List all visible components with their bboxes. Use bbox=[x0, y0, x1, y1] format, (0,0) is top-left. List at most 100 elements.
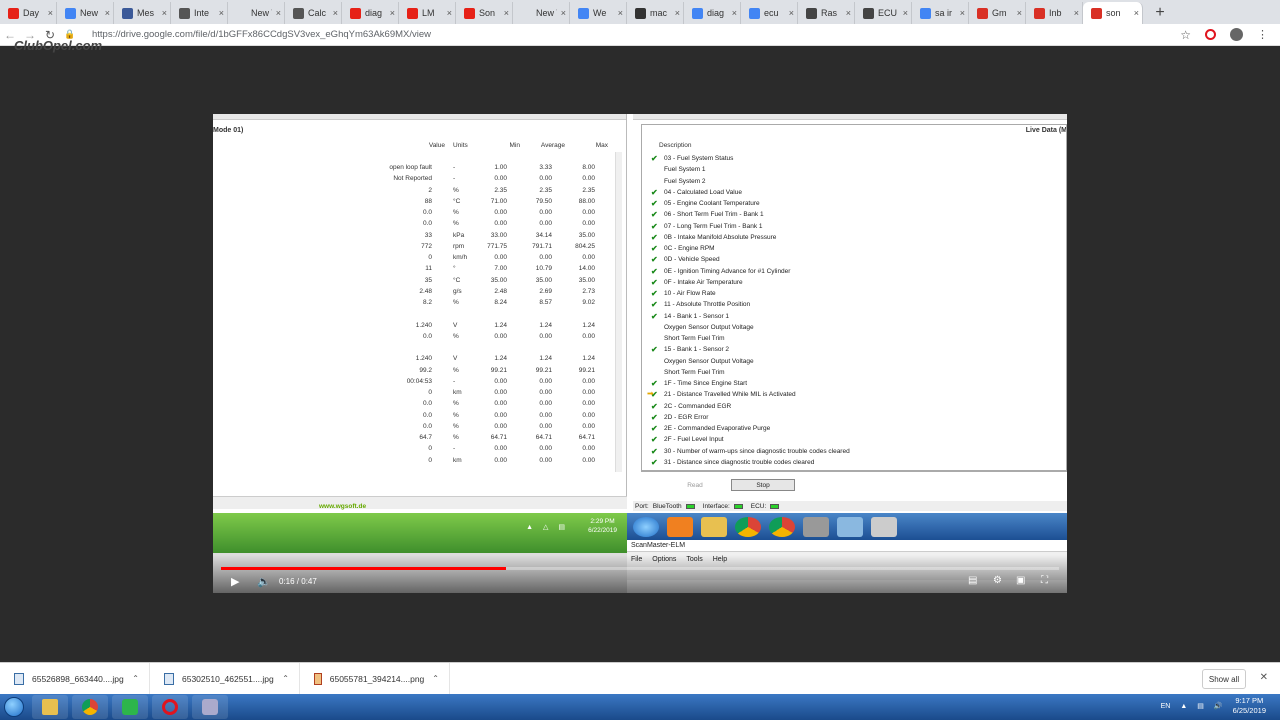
tray-arrow-icon[interactable]: ▲ bbox=[1180, 703, 1187, 710]
close-tab-icon[interactable]: × bbox=[504, 8, 509, 18]
start-button[interactable] bbox=[0, 694, 28, 720]
pid-row[interactable]: ✔ 0F - Intake Air Temperature bbox=[651, 277, 743, 288]
close-tab-icon[interactable]: × bbox=[1134, 8, 1139, 18]
opera-taskbar-button[interactable] bbox=[152, 695, 188, 719]
download-item[interactable]: 65055781_394214....png ⌃ bbox=[300, 662, 450, 695]
fullscreen-icon[interactable]: ⛶ bbox=[1041, 575, 1048, 586]
clock[interactable]: 9:17 PM 6/25/2019 bbox=[1233, 696, 1266, 716]
download-item[interactable]: 65526898_663440....jpg ⌃ bbox=[0, 662, 150, 695]
close-tab-icon[interactable]: × bbox=[960, 8, 965, 18]
volume-icon[interactable]: 🔈 bbox=[257, 575, 271, 588]
opera-extension-icon[interactable] bbox=[1205, 29, 1216, 40]
pid-row[interactable]: ✔ 0C - Engine RPM bbox=[651, 243, 715, 254]
browser-tab[interactable]: ECU × bbox=[855, 2, 912, 24]
pid-row[interactable]: ✔ 11 - Absolute Throttle Position bbox=[651, 299, 750, 310]
close-tab-icon[interactable]: × bbox=[276, 8, 281, 18]
browser-tab[interactable]: Calc × bbox=[285, 2, 342, 24]
pid-row[interactable]: Short Term Fuel Trim bbox=[651, 367, 725, 378]
close-tab-icon[interactable]: × bbox=[1017, 8, 1022, 18]
browser-tab[interactable]: We × bbox=[570, 2, 627, 24]
bookmark-star-icon[interactable]: ☆ bbox=[1180, 28, 1191, 42]
browser-tab[interactable]: diag × bbox=[342, 2, 399, 24]
close-tab-icon[interactable]: × bbox=[618, 8, 623, 18]
close-tab-icon[interactable]: × bbox=[903, 8, 908, 18]
pid-row[interactable]: Short Term Fuel Trim bbox=[651, 333, 725, 344]
pid-row[interactable]: ✔ 2D - EGR Error bbox=[651, 412, 708, 423]
close-tab-icon[interactable]: × bbox=[390, 8, 395, 18]
browser-tab[interactable]: son × bbox=[1083, 2, 1143, 24]
pid-row[interactable]: ✔ 10 - Air Flow Rate bbox=[651, 288, 716, 299]
progress-bar[interactable] bbox=[221, 567, 1059, 570]
browser-tab[interactable]: Ras × bbox=[798, 2, 855, 24]
pid-row[interactable]: Oxygen Sensor Output Voltage bbox=[651, 356, 754, 367]
pid-row[interactable]: Fuel System 2 bbox=[651, 176, 706, 187]
close-tab-icon[interactable]: × bbox=[1074, 8, 1079, 18]
new-tab-button[interactable]: + bbox=[1149, 2, 1171, 24]
close-downloads-icon[interactable]: ✕ bbox=[1260, 672, 1268, 683]
pid-row[interactable]: ✔ 2C - Commanded EGR bbox=[651, 401, 731, 412]
browser-tab[interactable]: Inte × bbox=[171, 2, 228, 24]
close-tab-icon[interactable]: × bbox=[162, 8, 167, 18]
pid-row[interactable]: ✔ 06 - Short Term Fuel Trim - Bank 1 bbox=[651, 209, 764, 220]
captions-icon[interactable]: ▤ bbox=[968, 575, 977, 586]
pid-row[interactable]: ✔ 0E - Ignition Timing Advance for #1 Cyl… bbox=[651, 266, 790, 277]
video-player[interactable]: Mode 01) Value Units Min Average Max ope… bbox=[213, 114, 1067, 593]
chevron-up-icon[interactable]: ⌃ bbox=[282, 674, 289, 683]
browser-tab[interactable]: Son × bbox=[456, 2, 513, 24]
browser-tab[interactable]: New Tab × bbox=[513, 2, 570, 24]
close-tab-icon[interactable]: × bbox=[105, 8, 110, 18]
close-tab-icon[interactable]: × bbox=[447, 8, 452, 18]
pid-row[interactable]: ✔ 30 - Number of warm-ups since diagnosti… bbox=[651, 446, 850, 457]
address-bar[interactable]: https://drive.google.com/file/d/1bGFFx86… bbox=[92, 29, 1180, 40]
pid-row[interactable]: ✔ 0B - Intake Manifold Absolute Pressure bbox=[651, 232, 776, 243]
close-tab-icon[interactable]: × bbox=[732, 8, 737, 18]
browser-tab[interactable]: LM × bbox=[399, 2, 456, 24]
pid-row[interactable]: Fuel System 1 bbox=[651, 164, 706, 175]
tool-taskbar-button[interactable] bbox=[192, 695, 228, 719]
profile-avatar[interactable] bbox=[1230, 28, 1243, 41]
browser-tab[interactable]: ecu × bbox=[741, 2, 798, 24]
close-tab-icon[interactable]: × bbox=[333, 8, 338, 18]
settings-gear-icon[interactable]: ⚙ bbox=[993, 575, 1002, 586]
show-all-button[interactable]: Show all bbox=[1202, 669, 1246, 689]
browser-tab[interactable]: Day × bbox=[0, 2, 57, 24]
close-tab-icon[interactable]: × bbox=[48, 8, 53, 18]
close-tab-icon[interactable]: × bbox=[219, 8, 224, 18]
browser-tab[interactable]: Gm × bbox=[969, 2, 1026, 24]
browser-tab[interactable]: New × bbox=[57, 2, 114, 24]
close-tab-icon[interactable]: × bbox=[561, 8, 566, 18]
pid-row[interactable]: Oxygen Sensor Output Voltage bbox=[651, 322, 754, 333]
pid-row[interactable]: ✔ 2E - Commanded Evaporative Purge bbox=[651, 423, 770, 434]
network-icon[interactable]: ▤ bbox=[1197, 702, 1204, 710]
pid-row[interactable]: ✔ 21 - Distance Travelled While MIL is Ac… bbox=[651, 389, 796, 400]
chrome-taskbar-button[interactable] bbox=[72, 695, 108, 719]
pid-row[interactable]: ✔ 1F - Time Since Engine Start bbox=[651, 378, 747, 389]
browser-tab[interactable]: mac × bbox=[627, 2, 684, 24]
menu-kebab-icon[interactable]: ⋮ bbox=[1257, 28, 1268, 41]
language-indicator[interactable]: EN bbox=[1161, 703, 1171, 710]
pid-row[interactable]: ✔ 2F - Fuel Level Input bbox=[651, 434, 724, 445]
pid-row[interactable]: ✔ 03 - Fuel System Status bbox=[651, 153, 733, 164]
browser-tab[interactable]: New Tab × bbox=[228, 2, 285, 24]
browser-tab[interactable]: Mes × bbox=[114, 2, 171, 24]
pid-row[interactable]: ✔ 15 - Bank 1 - Sensor 2 bbox=[651, 344, 729, 355]
pid-row[interactable]: ✔ 07 - Long Term Fuel Trim - Bank 1 bbox=[651, 221, 763, 232]
explorer-taskbar-button[interactable] bbox=[32, 695, 68, 719]
pid-row[interactable]: ✔ 05 - Engine Coolant Temperature bbox=[651, 198, 760, 209]
browser-tab[interactable]: diag × bbox=[684, 2, 741, 24]
close-tab-icon[interactable]: × bbox=[789, 8, 794, 18]
download-item[interactable]: 65302510_462551....jpg ⌃ bbox=[150, 662, 300, 695]
app-taskbar-button[interactable] bbox=[112, 695, 148, 719]
close-tab-icon[interactable]: × bbox=[675, 8, 680, 18]
chevron-up-icon[interactable]: ⌃ bbox=[132, 674, 139, 683]
browser-tab[interactable]: sa ir × bbox=[912, 2, 969, 24]
play-icon[interactable]: ▶ bbox=[231, 575, 239, 588]
pid-row[interactable]: ✔ 31 - Distance since diagnostic trouble … bbox=[651, 457, 814, 468]
chevron-up-icon[interactable]: ⌃ bbox=[432, 674, 439, 683]
pid-row[interactable]: ✔ 14 - Bank 1 - Sensor 1 bbox=[651, 311, 729, 322]
pid-row[interactable]: ✔ 04 - Calculated Load Value bbox=[651, 187, 742, 198]
browser-tab[interactable]: Inb × bbox=[1026, 2, 1083, 24]
miniplayer-icon[interactable]: ▣ bbox=[1016, 575, 1025, 586]
volume-icon[interactable]: 🔊 bbox=[1214, 702, 1223, 710]
pid-row[interactable]: ✔ 0D - Vehicle Speed bbox=[651, 254, 720, 265]
